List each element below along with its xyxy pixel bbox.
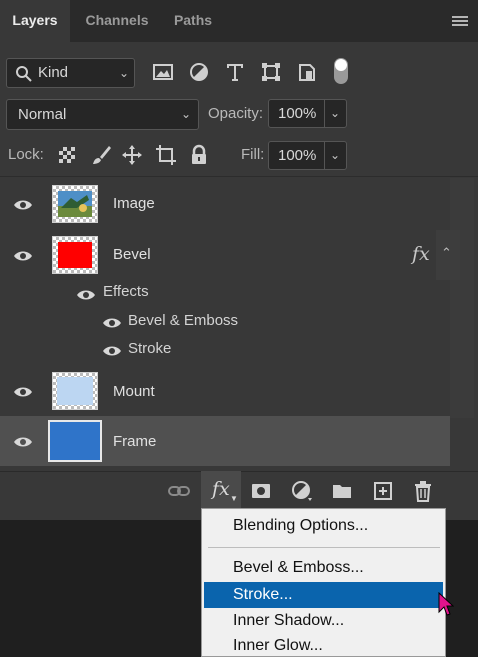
- layers-scrollbar[interactable]: [450, 178, 474, 418]
- chevron-down-icon: ⌄: [119, 66, 130, 80]
- layer-thumbnail: [52, 372, 98, 410]
- layer-thumbnail: [52, 185, 98, 223]
- layer-row-bevel[interactable]: Bevel fx: [0, 230, 450, 280]
- thumbnail-fill: [58, 242, 92, 268]
- layer-name: Bevel: [113, 246, 151, 263]
- filter-toggle-switch[interactable]: [331, 56, 351, 86]
- fill-value: 100%: [278, 147, 317, 164]
- fx-icon: fx: [212, 478, 230, 500]
- fill-label: Fill:: [241, 146, 265, 163]
- layer-thumbnail: [48, 420, 102, 462]
- mouse-cursor-icon: [438, 592, 454, 616]
- chevron-down-icon: ⌄: [330, 148, 341, 162]
- layer-row-frame[interactable]: Frame: [0, 416, 450, 466]
- effects-collapse-toggle[interactable]: ⌃: [436, 230, 460, 280]
- visibility-eye-icon[interactable]: [13, 436, 33, 448]
- effects-label: Effects: [103, 283, 149, 300]
- layer-name: Mount: [113, 383, 155, 400]
- menu-separator: [208, 547, 440, 548]
- chevron-down-icon: ⌄: [330, 106, 341, 120]
- tab-paths[interactable]: Paths: [162, 0, 224, 42]
- adjustment-layer-filter-icon[interactable]: [188, 61, 210, 83]
- layer-name: Frame: [113, 433, 157, 450]
- layer-row-mount[interactable]: Mount: [0, 366, 450, 416]
- opacity-input[interactable]: 100% ⌄: [268, 99, 347, 128]
- chevron-down-icon: ▼: [230, 494, 238, 503]
- blend-mode-value: Normal: [18, 106, 67, 123]
- visibility-eye-icon[interactable]: [13, 199, 33, 211]
- opacity-label: Opacity:: [208, 105, 264, 122]
- link-layers-icon[interactable]: [168, 480, 190, 502]
- lock-transparent-pixels-icon[interactable]: [56, 144, 78, 166]
- new-layer-icon[interactable]: [372, 480, 394, 502]
- layers-panel: Layers Channels Paths Kind ⌄ Normal ⌄ Op…: [0, 0, 478, 520]
- fill-input[interactable]: 100% ⌄: [268, 141, 347, 170]
- layer-name: Image: [113, 195, 155, 212]
- lock-label: Lock:: [8, 146, 44, 163]
- new-group-folder-icon[interactable]: [331, 480, 353, 502]
- blend-mode-select[interactable]: Normal ⌄: [6, 99, 199, 130]
- chevron-up-icon: ⌃: [441, 245, 452, 260]
- chevron-down-icon: ⌄: [181, 107, 192, 121]
- search-icon: [16, 66, 32, 82]
- add-layer-style-button[interactable]: fx ▼: [201, 471, 241, 509]
- effect-item-bevel-emboss[interactable]: Bevel & Emboss: [128, 312, 238, 329]
- tab-layers[interactable]: Layers: [0, 0, 70, 42]
- shape-layer-filter-icon[interactable]: [260, 61, 282, 83]
- menu-item-blending-options[interactable]: Blending Options...: [202, 513, 445, 539]
- menu-item-bevel-emboss[interactable]: Bevel & Emboss...: [202, 555, 445, 581]
- visibility-eye-icon[interactable]: [102, 345, 122, 357]
- visibility-eye-icon[interactable]: [13, 386, 33, 398]
- thumbnail-fill: [57, 377, 93, 405]
- lock-artboard-icon[interactable]: [155, 144, 177, 166]
- divider: [324, 100, 325, 127]
- new-adjustment-layer-icon[interactable]: [291, 480, 313, 502]
- opacity-value: 100%: [278, 105, 317, 122]
- lock-position-icon[interactable]: [121, 144, 143, 166]
- menu-item-inner-glow[interactable]: Inner Glow...: [202, 633, 445, 657]
- layer-row-image[interactable]: Image: [0, 179, 450, 229]
- visibility-eye-icon[interactable]: [102, 317, 122, 329]
- lock-all-icon[interactable]: [188, 144, 210, 166]
- visibility-eye-icon[interactable]: [13, 250, 33, 262]
- layer-thumbnail: [52, 236, 98, 274]
- divider: [324, 142, 325, 169]
- delete-layer-trash-icon[interactable]: [412, 480, 434, 502]
- visibility-eye-icon[interactable]: [76, 289, 96, 301]
- filter-kind-label: Kind: [38, 64, 69, 81]
- panel-tabs: Layers Channels Paths: [0, 0, 478, 42]
- menu-item-stroke[interactable]: Stroke...: [204, 582, 443, 608]
- layer-style-context-menu: Blending Options... Bevel & Emboss... St…: [201, 508, 446, 657]
- pixel-layer-filter-icon[interactable]: [152, 61, 174, 83]
- tab-channels[interactable]: Channels: [72, 0, 162, 42]
- divider: [0, 176, 478, 177]
- menu-item-inner-shadow[interactable]: Inner Shadow...: [202, 608, 445, 634]
- filter-kind-select[interactable]: Kind ⌄: [6, 58, 135, 88]
- smart-object-filter-icon[interactable]: [296, 61, 318, 83]
- add-mask-icon[interactable]: [250, 480, 272, 502]
- panel-menu-icon[interactable]: [452, 16, 468, 28]
- lock-image-pixels-icon[interactable]: [90, 144, 112, 166]
- type-layer-filter-icon[interactable]: [224, 61, 246, 83]
- effect-item-stroke[interactable]: Stroke: [128, 340, 171, 357]
- fx-indicator-icon[interactable]: fx: [412, 243, 430, 265]
